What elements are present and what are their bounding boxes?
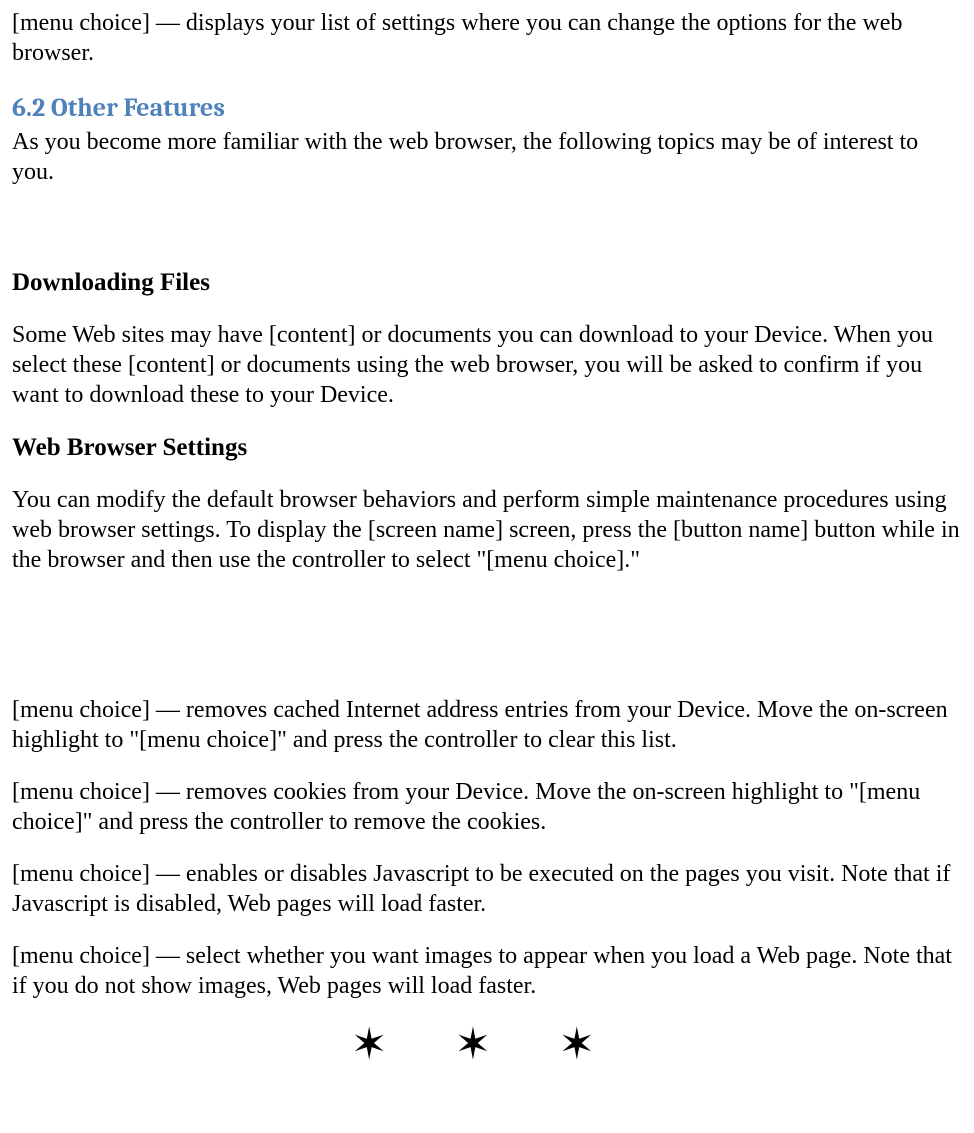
subsection-heading-web-browser-settings: Web Browser Settings xyxy=(12,432,962,463)
section-divider-stars: ✶ ✶ ✶ xyxy=(12,1023,962,1067)
intro-menu-choice-paragraph: [menu choice] — displays your list of se… xyxy=(12,8,962,68)
downloading-files-body: Some Web sites may have [content] or doc… xyxy=(12,320,962,410)
web-browser-settings-body: You can modify the default browser behav… xyxy=(12,485,962,575)
subsection-heading-downloading-files: Downloading Files xyxy=(12,267,962,298)
menu-choice-item: [menu choice] — select whether you want … xyxy=(12,941,962,1001)
menu-choice-item: [menu choice] — removes cookies from you… xyxy=(12,777,962,837)
menu-choice-item: [menu choice] — removes cached Internet … xyxy=(12,695,962,755)
menu-choice-item: [menu choice] — enables or disables Java… xyxy=(12,859,962,919)
section-heading-other-features: 6.2 Other Features xyxy=(12,92,962,125)
section-intro-paragraph: As you become more familiar with the web… xyxy=(12,127,962,187)
